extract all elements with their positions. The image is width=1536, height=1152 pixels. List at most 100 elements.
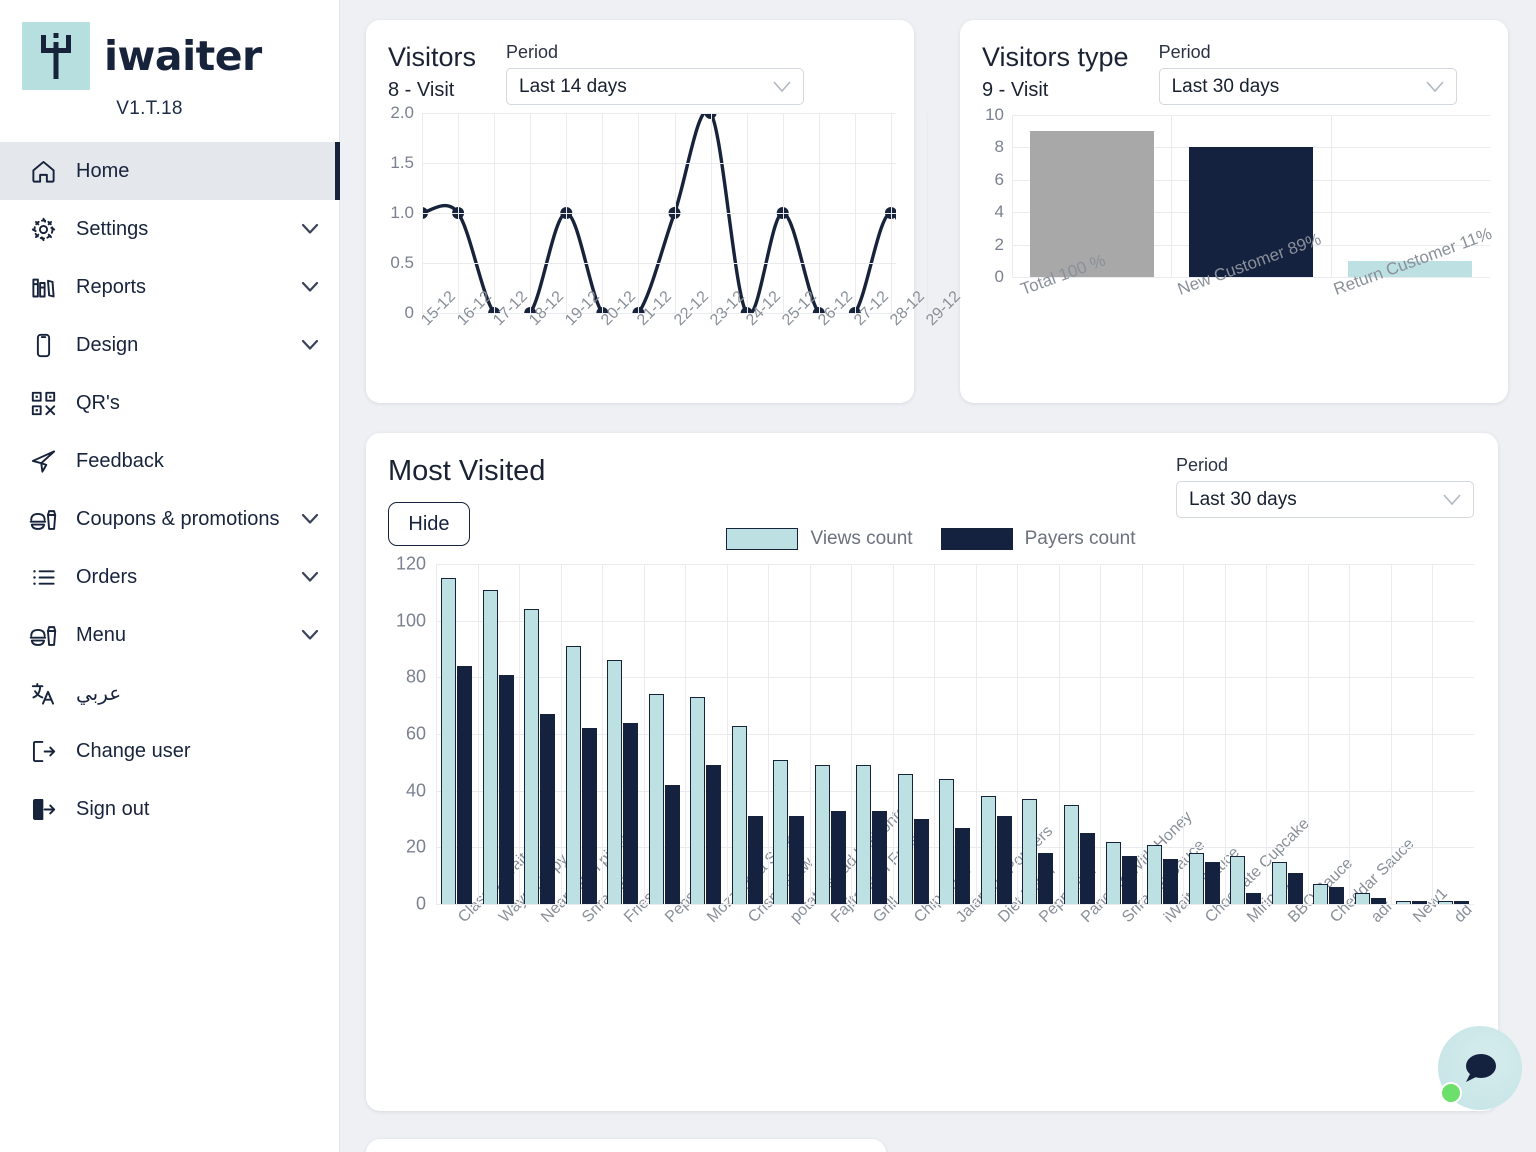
y-tick-label: 2 <box>994 234 1004 254</box>
bar <box>1038 853 1054 904</box>
y-tick-label: 4 <box>994 202 1004 222</box>
visitors-type-title: Visitors type <box>982 42 1129 72</box>
chat-widget[interactable] <box>1438 1026 1522 1110</box>
burger-icon <box>28 620 58 650</box>
y-tick-label: 100 <box>395 610 426 631</box>
most-visited-period-select[interactable]: Last 30 days <box>1176 481 1474 518</box>
sidebar-item-home[interactable]: Home <box>0 142 340 200</box>
sidebar: iwaiter V1.T.18 Home Settings Reports Desig… <box>0 0 340 1152</box>
gridline <box>710 113 712 313</box>
gridline <box>643 564 645 904</box>
bar <box>830 810 846 904</box>
send-icon <box>28 446 58 476</box>
bar <box>1063 804 1079 904</box>
bar <box>690 697 706 904</box>
visitors-plot <box>422 113 928 314</box>
sidebar-item-settings[interactable]: Settings <box>0 200 339 258</box>
gridline <box>458 113 460 313</box>
visitors-line-chart: 0 0.5 1.0 1.5 2.0 <box>378 103 928 322</box>
sidebar-item-menu[interactable]: Menu <box>0 606 339 664</box>
sidebar-item-label: Settings <box>76 217 149 240</box>
bar <box>1188 853 1204 904</box>
bar <box>1354 892 1370 904</box>
gridline <box>422 163 896 164</box>
gridline <box>782 113 784 313</box>
gridline <box>1266 564 1268 904</box>
sidebar-item-orders[interactable]: Orders <box>0 548 339 606</box>
bar-group <box>1432 564 1474 904</box>
gear-icon <box>28 214 58 244</box>
bar-group <box>975 564 1018 904</box>
bar <box>623 722 639 904</box>
visitors-type-x-axis: Total 100 % New Customer 89% Return Custom… <box>1012 224 1495 343</box>
visitors-type-titles: Visitors type 9 - Visit <box>982 42 1129 102</box>
bar-group <box>851 564 893 904</box>
chevron-down-icon <box>301 339 319 350</box>
visitors-x-axis: 15-12 16-12 17-12 18-12 19-12 20-12 21-12 22-12… <box>418 288 964 385</box>
sidebar-item-[interactable]: عربي <box>0 664 339 722</box>
sidebar-item-coupons-promotions[interactable]: Coupons & promotions <box>0 490 339 548</box>
bar-group <box>726 564 769 904</box>
gridline <box>851 564 853 904</box>
bar <box>581 728 597 904</box>
hide-button[interactable]: Hide <box>388 502 470 546</box>
bar-group <box>768 564 810 904</box>
bar-group <box>560 564 603 904</box>
legend-item: Payers count <box>940 528 1136 550</box>
switch-user-icon <box>28 736 58 766</box>
sidebar-item-label: Feedback <box>76 449 164 472</box>
sidebar-item-label: Orders <box>76 565 138 588</box>
chat-bubble-icon <box>1466 1054 1496 1082</box>
bar-group <box>1349 564 1391 904</box>
bar <box>1147 844 1163 904</box>
bar-group <box>1058 564 1101 904</box>
visitors-period-label: Period <box>506 42 559 62</box>
bar-group <box>892 564 935 904</box>
bar <box>789 816 805 904</box>
sidebar-item-label: QR's <box>76 391 120 414</box>
bar <box>1246 892 1262 904</box>
gridline <box>1100 564 1102 904</box>
visitors-title: Visitors <box>388 42 477 72</box>
sidebar-item-qr-s[interactable]: QR's <box>0 374 339 432</box>
sidebar-item-label: Coupons & promotions <box>76 507 280 530</box>
gridline <box>818 113 820 313</box>
chevron-down-icon <box>1425 80 1444 92</box>
visitors-titles: Visitors 8 - Visit <box>388 42 476 102</box>
list-icon <box>28 562 58 592</box>
bar-group <box>1183 564 1225 904</box>
visitors-y-axis: 0 0.5 1.0 1.5 2.0 <box>378 103 420 322</box>
bar-group <box>934 564 976 904</box>
sidebar-item-reports[interactable]: Reports <box>0 258 339 316</box>
sidebar-item-label: Change user <box>76 739 191 762</box>
sign-out-icon <box>28 794 58 824</box>
bar <box>1121 855 1137 904</box>
visitors-type-subtitle: 9 - Visit <box>982 79 1049 102</box>
bar <box>872 810 888 904</box>
bar <box>747 816 763 904</box>
gridline <box>602 113 604 313</box>
sidebar-item-label: Menu <box>76 623 127 646</box>
legend-label: Views count <box>810 528 913 549</box>
bar-group <box>1141 564 1184 904</box>
reports-icon <box>28 272 58 302</box>
most-visited-bar-chart: 0 20 40 60 80 100 120 <box>388 554 1474 914</box>
most-visited-y-axis: 0 20 40 60 80 100 120 <box>388 554 434 914</box>
y-tick-label: 10 <box>985 105 1004 124</box>
bar-group <box>809 564 852 904</box>
visitors-subtitle: 8 - Visit <box>388 79 455 102</box>
dashboard-root: iwaiter V1.T.18 Home Settings Reports Desig… <box>0 0 1536 1152</box>
sidebar-item-change-user[interactable]: Change user <box>0 722 339 780</box>
sidebar-item-sign-out[interactable]: Sign out <box>0 780 339 838</box>
gridline <box>422 213 896 214</box>
visitors-period-select[interactable]: Last 14 days <box>506 68 805 105</box>
y-tick-label: 0 <box>994 267 1004 286</box>
visitors-type-period-select[interactable]: Last 30 days <box>1158 68 1457 105</box>
bar-group <box>1266 564 1308 904</box>
visitors-type-y-axis: 0 2 4 6 8 10 <box>972 105 1010 286</box>
sidebar-item-label: Design <box>76 333 139 356</box>
brand-logo[interactable]: iwaiter <box>0 0 339 90</box>
bar <box>1079 833 1095 904</box>
sidebar-item-design[interactable]: Design <box>0 316 339 374</box>
sidebar-item-feedback[interactable]: Feedback <box>0 432 339 490</box>
